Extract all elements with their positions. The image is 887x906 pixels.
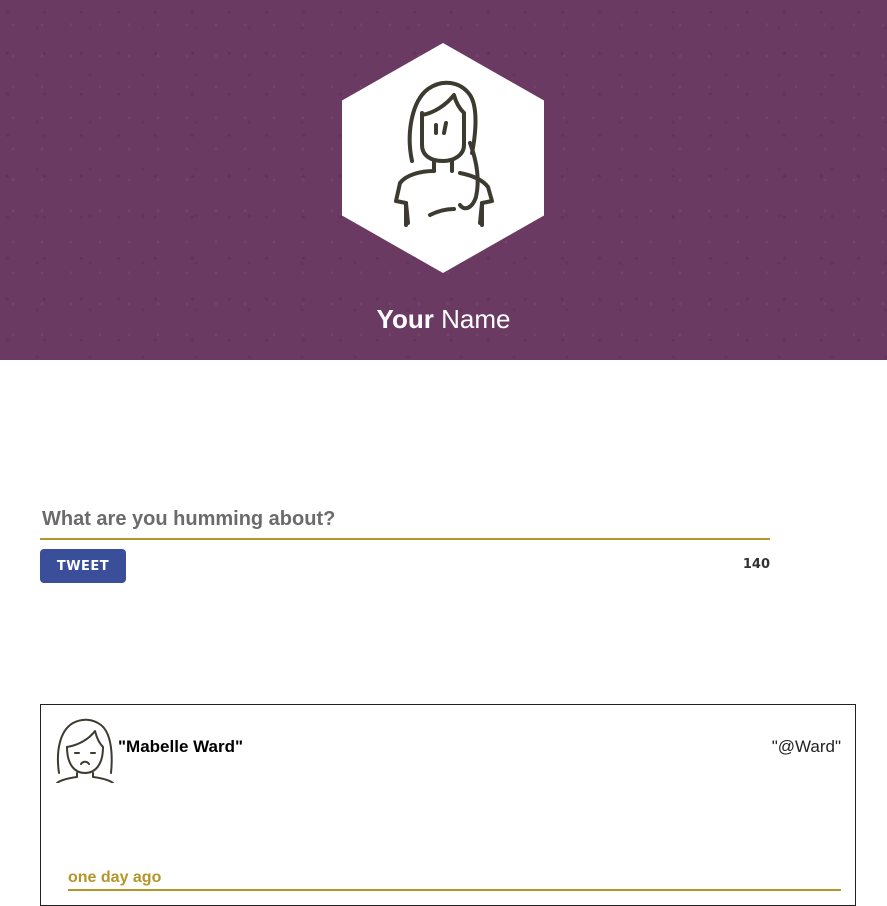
profile-name: Your Name xyxy=(0,302,887,336)
woman-avatar-icon xyxy=(342,43,544,273)
tweet-footer: one day ago xyxy=(68,869,841,891)
tweet-button[interactable]: TWEET xyxy=(40,549,126,583)
profile-header: Your Name xyxy=(0,0,887,360)
frowning-woman-avatar-icon xyxy=(56,718,114,783)
compose-actions: TWEET 140 xyxy=(40,549,770,583)
tweet-author-handle[interactable]: "@Ward" xyxy=(772,737,841,757)
compose-area: TWEET 140 xyxy=(40,500,770,583)
profile-first-name: Your xyxy=(376,304,434,334)
tweet-timestamp: one day ago xyxy=(68,869,162,886)
char-count: 140 xyxy=(742,557,770,572)
tweet-author-name[interactable]: "Mabelle Ward" xyxy=(118,737,243,757)
compose-input[interactable] xyxy=(40,500,770,540)
tweet-card: "Mabelle Ward" "@Ward" one day ago xyxy=(40,704,856,906)
profile-last-name: Name xyxy=(441,304,511,334)
